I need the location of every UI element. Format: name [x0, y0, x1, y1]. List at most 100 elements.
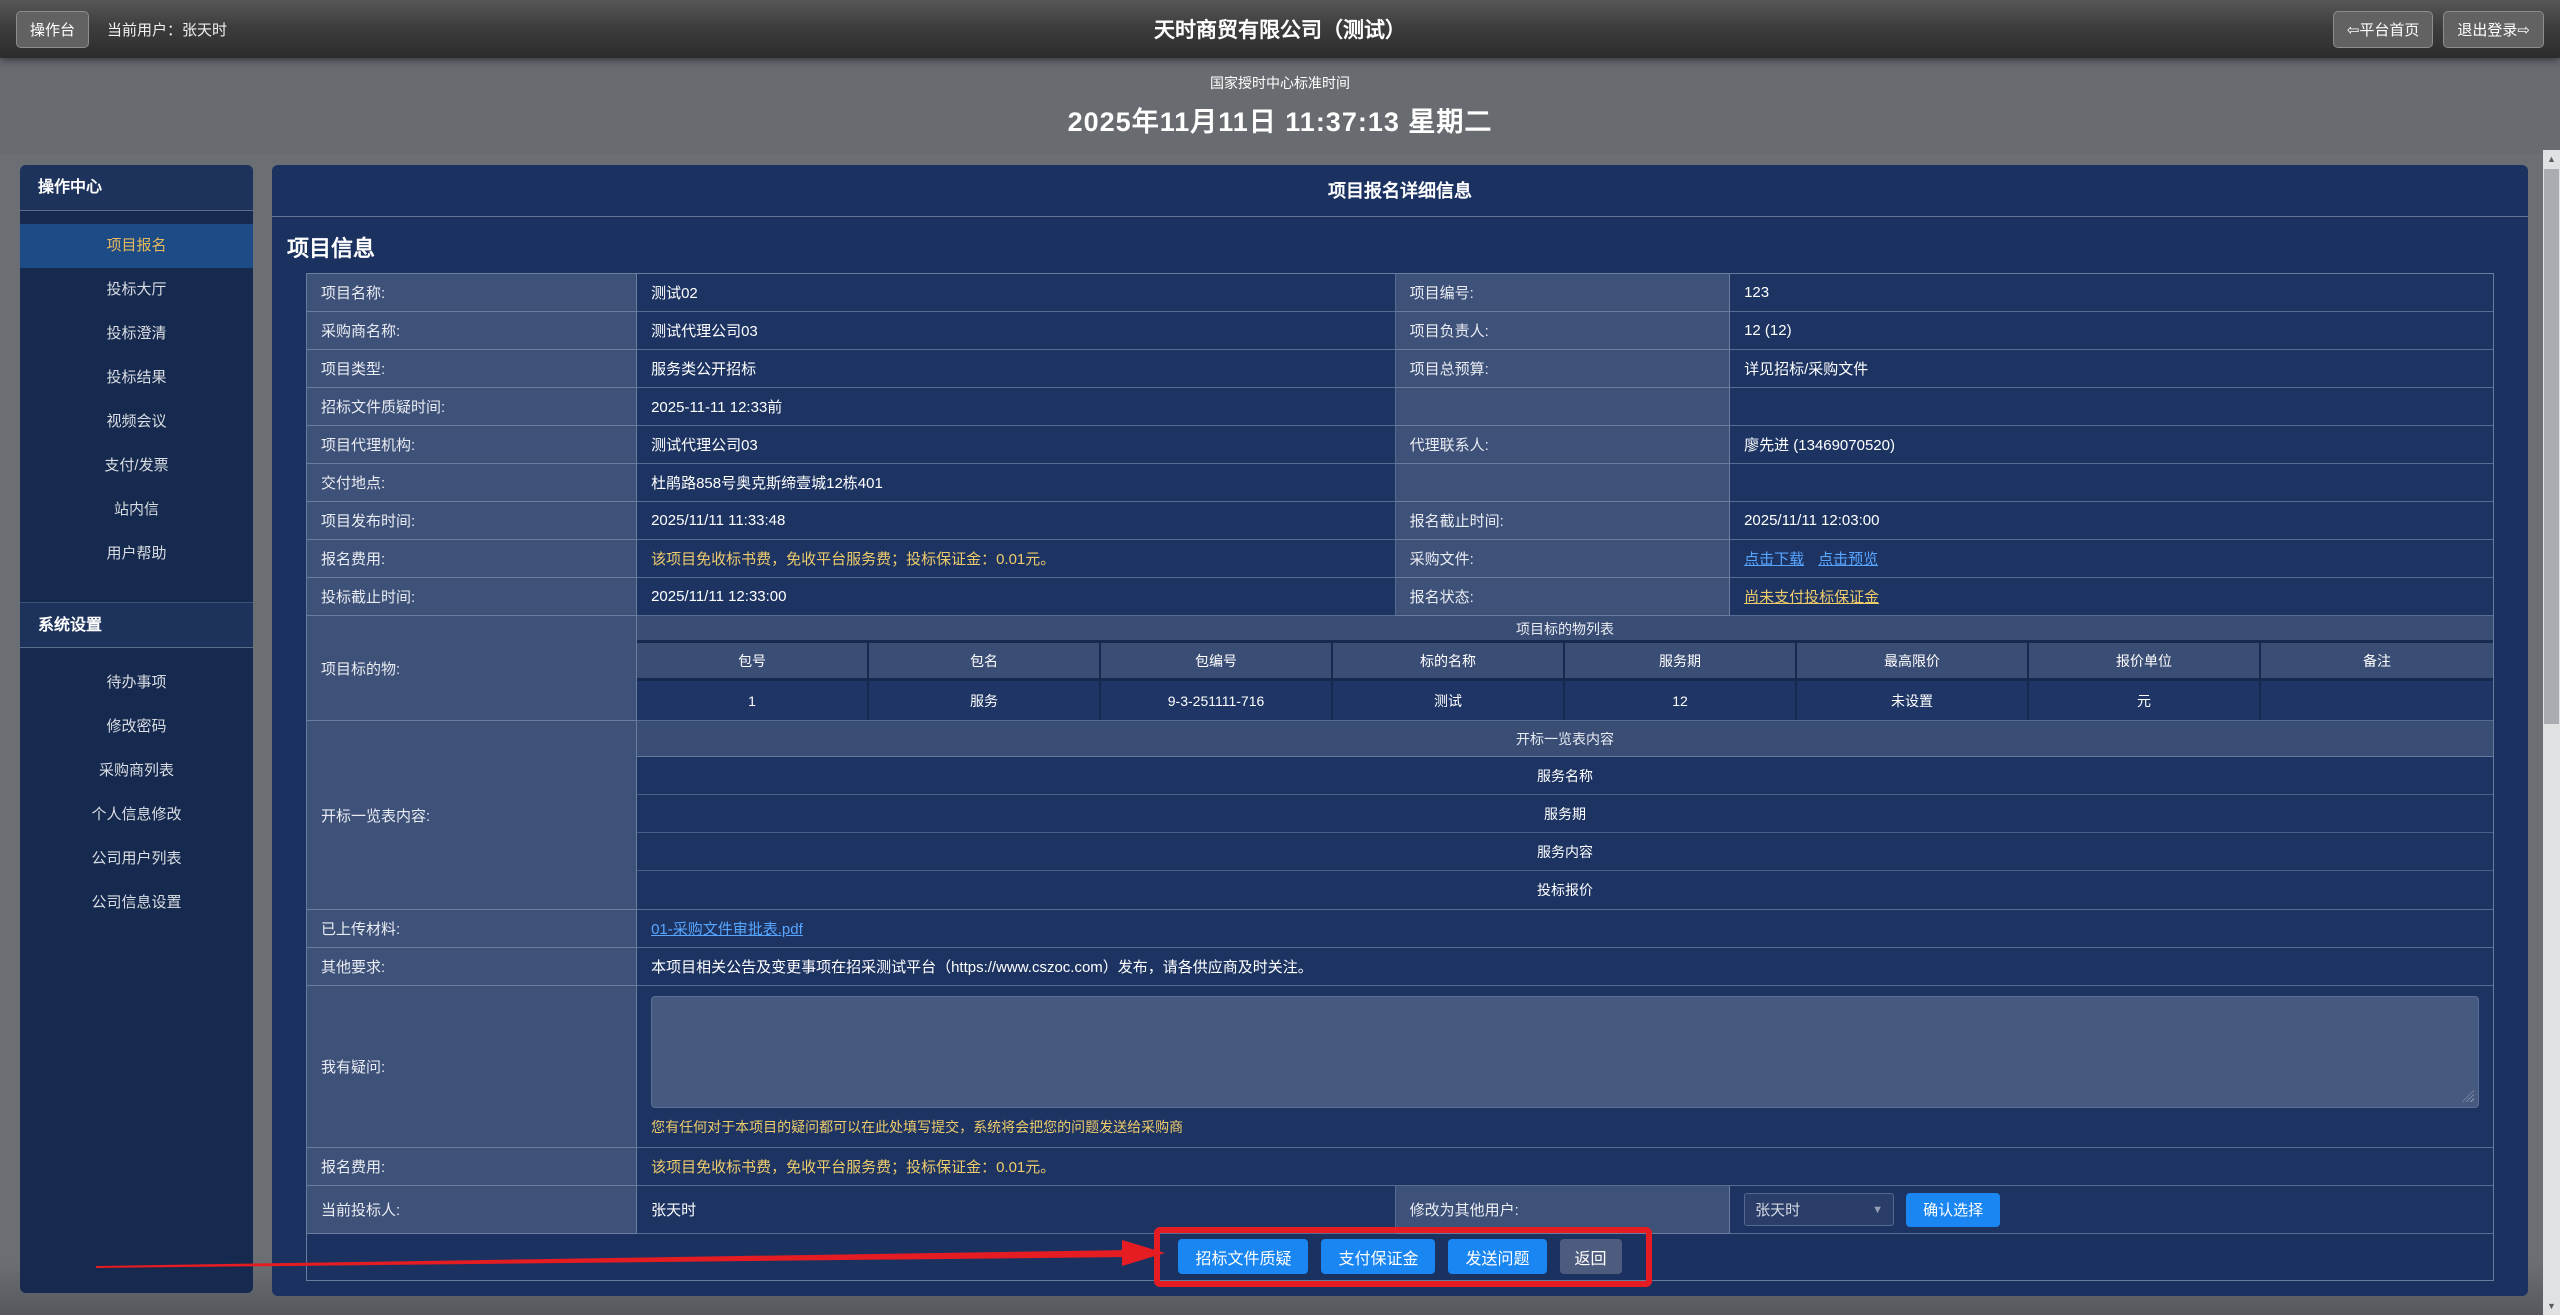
sidebar-items-operation: 项目报名 投标大厅 投标澄清 投标结果 视频会议 支付/发票 站内信 用户帮助	[20, 211, 253, 576]
uploaded-pdf-link[interactable]: 01-采购文件审批表.pdf	[651, 918, 803, 939]
bid-form-item-service-content: 服务内容	[637, 833, 2493, 871]
col-service-period: 服务期	[1565, 643, 1797, 681]
back-button[interactable]: 返回	[1560, 1239, 1622, 1274]
label-my-question: 我有疑问:	[307, 986, 637, 1148]
preview-doc-link[interactable]: 点击预览	[1818, 548, 1878, 569]
sidebar-item-video-meeting[interactable]: 视频会议	[20, 400, 253, 444]
empty-value-cell	[1730, 388, 2493, 426]
value-project-no: 123	[1730, 274, 2493, 312]
value-uploaded: 01-采购文件审批表.pdf	[637, 910, 2493, 948]
col-package-name: 包名	[869, 643, 1101, 681]
cell-remark	[2261, 681, 2493, 720]
cell-subject-name: 测试	[1333, 681, 1565, 720]
sidebar-item-todo[interactable]: 待办事项	[20, 661, 253, 705]
value-signup-status: 尚未支付投标保证金	[1730, 578, 2493, 616]
value-signup-fee-2: 该项目免收标书费，免收平台服务费；投标保证金：0.01元。	[637, 1148, 2493, 1186]
label-bid-deadline: 投标截止时间:	[307, 578, 637, 616]
sidebar-item-user-help[interactable]: 用户帮助	[20, 532, 253, 576]
label-subject: 项目标的物:	[307, 616, 637, 721]
subject-table-title: 项目标的物列表	[637, 616, 2493, 643]
action-button-row: 招标文件质疑 支付保证金 发送问题 返回	[307, 1234, 2493, 1280]
value-project-leader: 12 (12)	[1730, 312, 2493, 350]
sidebar-item-company-users[interactable]: 公司用户列表	[20, 837, 253, 881]
value-project-type: 服务类公开招标	[637, 350, 1396, 388]
value-signup-deadline: 2025/11/11 12:03:00	[1730, 502, 2493, 540]
label-current-bidder: 当前投标人:	[307, 1186, 637, 1234]
value-project-budget: 详见招标/采购文件	[1730, 350, 2493, 388]
cell-quote-unit: 元	[2029, 681, 2261, 720]
label-project-type: 项目类型:	[307, 350, 637, 388]
label-signup-fee-2: 报名费用:	[307, 1148, 637, 1186]
deposit-unpaid-link[interactable]: 尚未支付投标保证金	[1744, 586, 1879, 607]
label-signup-status: 报名状态:	[1396, 578, 1730, 616]
label-publish-time: 项目发布时间:	[307, 502, 637, 540]
scroll-up-icon[interactable]: ▲	[2543, 150, 2560, 168]
bid-form-list: 开标一览表内容 服务名称 服务期 服务内容 投标报价	[637, 721, 2493, 910]
sidebar-items-settings: 待办事项 修改密码 采购商列表 个人信息修改 公司用户列表 公司信息设置	[20, 648, 253, 925]
bid-form-item-service-period: 服务期	[637, 795, 2493, 833]
user-select-dropdown[interactable]: 张天时 ▼	[1744, 1193, 1894, 1226]
label-project-no: 项目编号:	[1396, 274, 1730, 312]
subject-table: 项目标的物列表 包号 包名 包编号 标的名称 服务期 最高限价 报价单位 备注 …	[637, 616, 2493, 721]
label-doc-question-time: 招标文件质疑时间:	[307, 388, 637, 426]
send-question-button[interactable]: 发送问题	[1448, 1239, 1546, 1274]
label-uploaded: 已上传材料:	[307, 910, 637, 948]
empty-label-cell	[1396, 464, 1730, 502]
topbar-actions: ⇦平台首页 退出登录⇨	[2333, 11, 2544, 48]
value-current-bidder: 张天时	[637, 1186, 1396, 1234]
scroll-down-icon[interactable]: ▼	[2543, 1297, 2560, 1315]
scrollbar-thumb[interactable]	[2544, 169, 2559, 724]
empty-value-cell	[1730, 464, 2493, 502]
sidebar-item-bid-result[interactable]: 投标结果	[20, 356, 253, 400]
page-title: 项目报名详细信息	[272, 165, 2528, 217]
sidebar-item-change-password[interactable]: 修改密码	[20, 705, 253, 749]
label-agency-contact: 代理联系人:	[1396, 426, 1730, 464]
col-subject-name: 标的名称	[1333, 643, 1565, 681]
pay-deposit-button[interactable]: 支付保证金	[1321, 1239, 1435, 1274]
sidebar-section-system-settings: 系统设置	[20, 602, 253, 648]
value-publish-time: 2025/11/11 11:33:48	[637, 502, 1396, 540]
label-project-name: 项目名称:	[307, 274, 637, 312]
change-user-cell: 张天时 ▼ 确认选择	[1730, 1186, 2493, 1234]
platform-home-button[interactable]: ⇦平台首页	[2333, 11, 2434, 48]
bid-form-title: 开标一览表内容	[637, 721, 2493, 757]
sidebar-item-profile-edit[interactable]: 个人信息修改	[20, 793, 253, 837]
cell-package-no: 1	[637, 681, 869, 720]
sidebar-item-pay-invoice[interactable]: 支付/发票	[20, 444, 253, 488]
sidebar-item-bid-clarify[interactable]: 投标澄清	[20, 312, 253, 356]
vertical-scrollbar: ▲ ▼	[2543, 150, 2560, 1315]
sidebar-item-purchaser-list[interactable]: 采购商列表	[20, 749, 253, 793]
value-agency-contact: 廖先进 (13469070520)	[1730, 426, 2493, 464]
logout-button[interactable]: 退出登录⇨	[2443, 11, 2544, 48]
subject-table-row: 1 服务 9-3-251111-716 测试 12 未设置 元	[637, 681, 2493, 720]
col-max-price: 最高限价	[1797, 643, 2029, 681]
doc-question-button[interactable]: 招标文件质疑	[1178, 1239, 1308, 1274]
label-other-req: 其他要求:	[307, 948, 637, 986]
cell-package-code: 9-3-251111-716	[1101, 681, 1333, 720]
time-source-label: 国家授时中心标准时间	[0, 58, 2560, 93]
question-hint: 您有任何对于本项目的疑问都可以在此处填写提交，系统将会把您的问题发送给采购商	[651, 1117, 2479, 1137]
value-project-name: 测试02	[637, 274, 1396, 312]
label-agency: 项目代理机构:	[307, 426, 637, 464]
sidebar-item-bid-hall[interactable]: 投标大厅	[20, 268, 253, 312]
empty-label-cell	[1396, 388, 1730, 426]
col-remark: 备注	[2261, 643, 2493, 681]
bid-form-item-bid-price: 投标报价	[637, 871, 2493, 909]
download-doc-link[interactable]: 点击下载	[1744, 548, 1804, 569]
question-textarea[interactable]	[651, 996, 2479, 1108]
sidebar-item-site-message[interactable]: 站内信	[20, 488, 253, 532]
confirm-select-button[interactable]: 确认选择	[1906, 1193, 2000, 1227]
label-project-budget: 项目总预算:	[1396, 350, 1730, 388]
value-other-req: 本项目相关公告及变更事项在招采测试平台（https://www.cszoc.co…	[637, 948, 2493, 986]
label-purchase-doc: 采购文件:	[1396, 540, 1730, 578]
chevron-down-icon: ▼	[1872, 1204, 1883, 1216]
company-title: 天时商贸有限公司（测试）	[0, 14, 2560, 44]
sidebar-item-project-signup[interactable]: 项目报名	[20, 224, 253, 268]
console-button[interactable]: 操作台	[16, 11, 89, 48]
value-doc-question-time: 2025-11-11 12:33前	[637, 388, 1396, 426]
sidebar-item-company-info[interactable]: 公司信息设置	[20, 881, 253, 925]
label-change-user: 修改为其他用户:	[1396, 1186, 1730, 1234]
label-delivery-place: 交付地点:	[307, 464, 637, 502]
label-purchaser-name: 采购商名称:	[307, 312, 637, 350]
bid-form-item-service-name: 服务名称	[637, 757, 2493, 795]
